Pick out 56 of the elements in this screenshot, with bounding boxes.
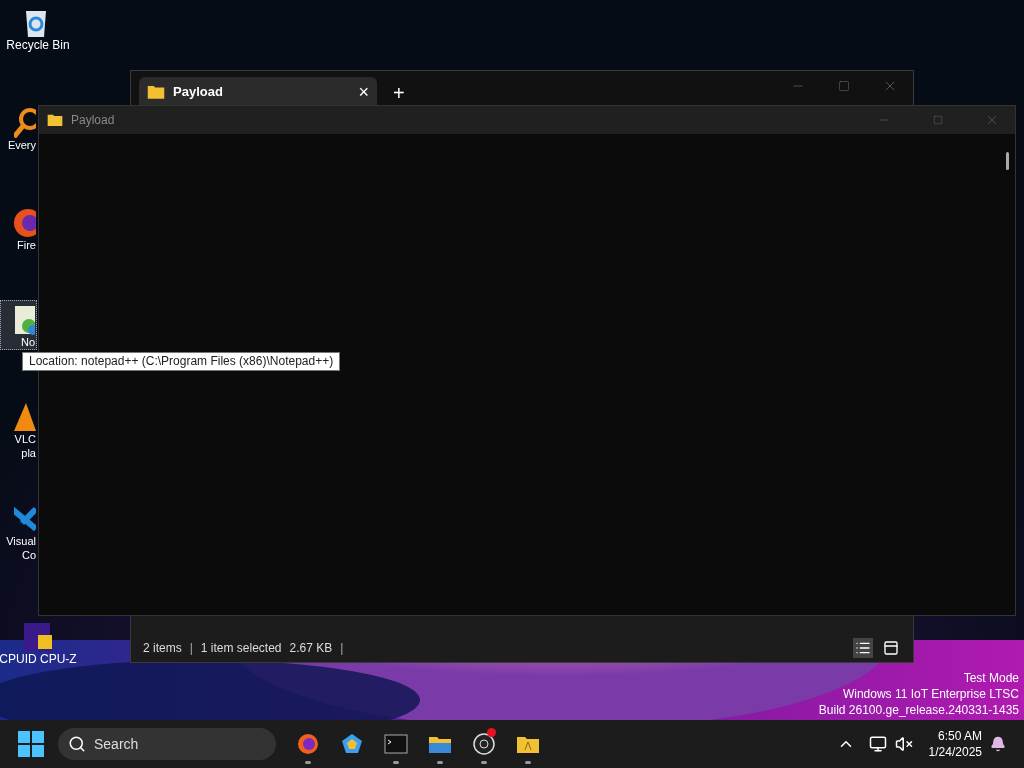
cone-icon	[14, 402, 36, 432]
notepad-icon	[13, 305, 35, 335]
new-tab-button[interactable]: +	[393, 83, 405, 103]
desktop-icon[interactable]: Recycle Bin	[0, 4, 76, 52]
icon-label: VLC	[14, 432, 36, 446]
os-notice-text: Windows 11 IoT Enterprise LTSC	[842, 686, 1019, 702]
running-indicator	[437, 761, 443, 764]
icon-label: No	[20, 335, 35, 349]
preview-view-button[interactable]	[881, 638, 901, 658]
scrollbar-thumb[interactable]	[1006, 152, 1009, 170]
os-notice-text: Build 26100.ge_release.240331-1435	[818, 702, 1019, 718]
explorer-tab[interactable]: Payload ×	[139, 77, 377, 107]
network-icon[interactable]	[868, 735, 887, 753]
icon-label: Fire	[17, 238, 36, 252]
icon-label: pla	[21, 446, 36, 460]
recorder-icon	[472, 732, 496, 756]
windows-logo-icon[interactable]	[18, 731, 44, 757]
folder-icon	[147, 84, 165, 100]
desktop-icon[interactable]: Every	[0, 104, 37, 152]
selection-info: 1 item selected	[200, 640, 282, 657]
icon-label: CPUID CPU-Z	[0, 652, 77, 666]
desktop-icon[interactable]: CPUID CPU-Z	[0, 618, 76, 666]
separator: |	[189, 640, 193, 657]
chip-icon	[23, 622, 53, 652]
code-icon	[14, 504, 36, 534]
desktop-icon[interactable]: No	[0, 300, 37, 350]
search-icon	[68, 735, 86, 753]
os-notice-text: Test Mode	[963, 670, 1019, 686]
item-count: 2 items	[143, 640, 182, 657]
tooltip: Location: notepad++ (C:\Program Files (x86)\Notepad++)	[22, 352, 341, 371]
desktop-icon[interactable]: VLC pla	[0, 398, 37, 460]
close-tab-button[interactable]: ×	[358, 83, 369, 101]
muted-speaker-icon[interactable]	[894, 735, 913, 753]
separator: |	[340, 640, 344, 657]
search-field[interactable]: Search	[58, 728, 276, 760]
clock-time[interactable]: 6:50 AM	[937, 728, 982, 744]
window-title: Payload	[71, 112, 116, 129]
running-indicator	[525, 761, 531, 764]
running-indicator	[393, 761, 399, 764]
browser-icon	[296, 732, 320, 756]
tab-title: Payload	[173, 83, 224, 102]
icon-label: Co	[21, 548, 36, 562]
pentagon-icon	[340, 732, 364, 756]
magnifier-icon	[14, 108, 36, 138]
icon-label: Every	[7, 138, 36, 152]
icon-label: Visual	[6, 534, 36, 548]
running-indicator	[305, 761, 311, 764]
folder-icon	[47, 113, 63, 127]
terminal-icon	[384, 732, 408, 756]
desktop-icon[interactable]: Visual Co	[0, 500, 37, 562]
clock-date[interactable]: 1/24/2025	[928, 744, 982, 760]
selection-size: 2.67 KB	[289, 640, 333, 657]
running-indicator	[481, 761, 487, 764]
details-view-button[interactable]	[853, 638, 873, 658]
icon-label: Recycle Bin	[6, 38, 70, 52]
bell-icon[interactable]	[990, 736, 1006, 752]
